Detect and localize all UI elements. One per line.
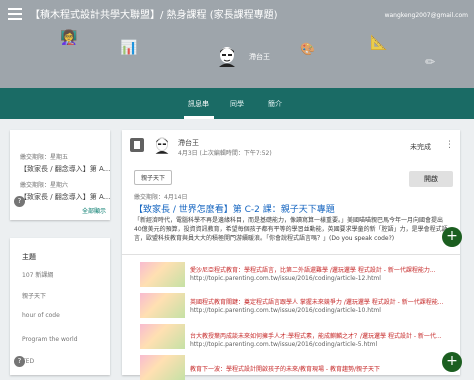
tab-classmates[interactable]: 同學	[230, 99, 244, 109]
menu-icon[interactable]	[8, 8, 22, 20]
assignment-icon	[130, 138, 144, 152]
attachment-thumbnail[interactable]	[140, 355, 185, 380]
post-author: 滯台王	[178, 139, 199, 147]
add-fab-button[interactable]: +	[442, 352, 462, 372]
teacher-doodle-icon: 👩‍🏫	[60, 30, 78, 46]
attachment-title[interactable]: 台大教授葉丙成談未來如何擁手人才:學程式素，能成麒麟之才？/邏玩邏學 程式設計 …	[190, 331, 442, 340]
show-all-link[interactable]: 全部顯示	[82, 206, 106, 215]
help-icon[interactable]: ?	[14, 196, 25, 207]
attachment-thumbnail[interactable]	[140, 262, 185, 287]
topics-heading: 主題	[22, 253, 36, 261]
add-fab-button[interactable]: +	[442, 227, 462, 247]
tab-about[interactable]: 簡介	[268, 99, 282, 109]
topic-link[interactable]: 107 新課綱	[22, 270, 53, 279]
upcoming-item[interactable]: 【致家長 / 翻念導入】第 A...	[20, 164, 110, 174]
help-icon[interactable]: ?	[14, 356, 25, 367]
post-headline: 【致家長 / 世界怎麼看】第 C-2 課：親子天下專題	[134, 205, 335, 215]
topic-link[interactable]: hour of code	[22, 312, 60, 319]
topic-chip[interactable]: 親子天下	[134, 170, 173, 185]
attachment-thumbnail[interactable]	[140, 293, 185, 318]
attachment-url: http://topic.parenting.com.tw/issue/2016…	[190, 341, 378, 348]
board-doodle-icon: 📊	[120, 40, 138, 56]
class-title: 【積木程式設計共學大聯盟】/ 熱身課程 (家長課程專題)	[30, 10, 278, 21]
active-tab-indicator	[184, 116, 214, 119]
topic-link[interactable]: 親子天下	[22, 291, 46, 300]
pencil-doodle-icon: ✏	[425, 55, 436, 69]
ruler-doodle-icon: 📐	[370, 35, 388, 51]
submission-status: 未完成	[410, 143, 431, 151]
upcoming-item[interactable]: 【致家長 / 翻念導入】第 A...	[20, 192, 110, 202]
class-tab-bar: 訊息串 同學 簡介	[0, 88, 474, 119]
author-avatar	[155, 137, 169, 154]
tab-stream[interactable]: 訊息串	[188, 99, 209, 109]
attachment-title[interactable]: 英國程式教育關鍵：奠定程式語言跟學人 掌握未來競爭力 /邏玩邏學 程式設計 - …	[190, 297, 443, 306]
topics-card: 主題 107 新課綱 親子天下 hour of code Program the…	[10, 238, 110, 375]
due-label: 繳交期限：星期六	[20, 182, 69, 189]
post-body: 「新經濟時代，電腦科學不再是邊緣科目，而是基礎能力，像讀寫算一樣重要。」美國喵喵…	[134, 217, 448, 242]
due-label: 繳交期限：星期五	[20, 154, 69, 161]
post-date: 4月3日 (上次編輯時間：下午7:52)	[178, 150, 272, 157]
divider	[122, 254, 460, 255]
attachment-title[interactable]: 愛沙尼亞程式教育：學程式語言，比第二外語還難學 /邏玩邏學 程式設計 - 新一代…	[190, 265, 436, 274]
attachment-url: http://topic.parenting.com.tw/issue/2016…	[190, 307, 381, 314]
palette-doodle-icon: 🎨	[300, 42, 315, 56]
owner-name: 滯台王	[249, 53, 270, 61]
owner-avatar	[219, 47, 235, 67]
topic-link[interactable]: Program the world	[22, 336, 78, 343]
upcoming-card: 繳交期限：星期五 【致家長 / 翻念導入】第 A... 繳交期限：星期六 【致家…	[10, 130, 110, 220]
attachment-url: http://topic.parenting.com.tw/issue/2016…	[190, 275, 381, 282]
attachment-title[interactable]: 教育下一波：學程式設計開啟孩子的未來/教育現場 - 教育趨勢/親子天下	[190, 364, 380, 373]
more-options-icon[interactable]: ⋮	[445, 140, 454, 150]
post-due-date: 繳交期限：4月14日	[134, 194, 188, 201]
class-header-banner: 👩‍🏫 📊 🎨 📐 ✏ 【積木程式設計共學大聯盟】/ 熱身課程 (家長課程專題)…	[0, 0, 474, 88]
open-button[interactable]: 開啟	[409, 171, 453, 187]
user-email[interactable]: wangkeng2007@gmail.com	[385, 12, 468, 19]
attachment-thumbnail[interactable]	[140, 324, 185, 349]
